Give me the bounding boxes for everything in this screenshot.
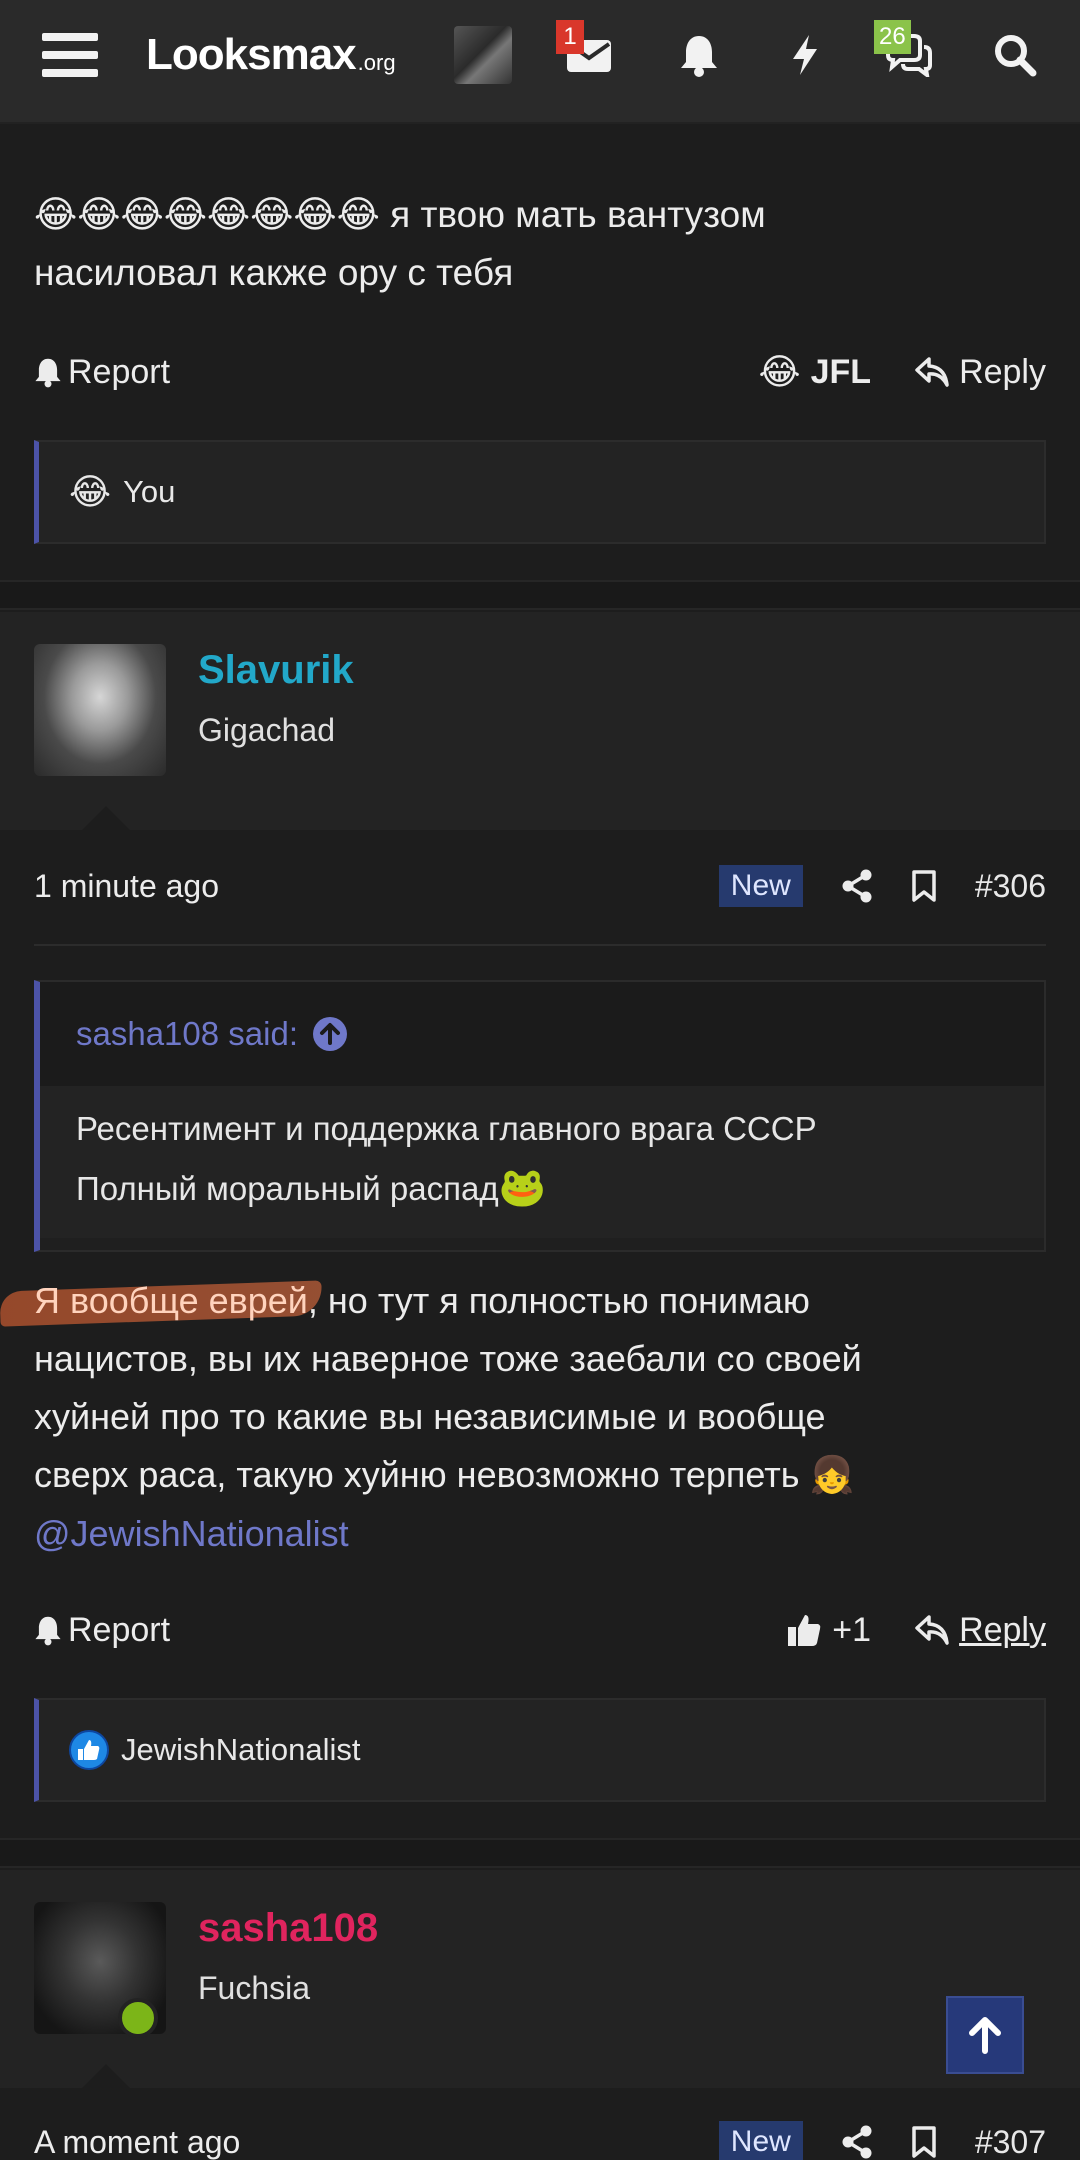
conversations-button[interactable]: 26 <box>874 0 944 110</box>
message-line3: хуйней про то какие вы независимые и воо… <box>34 1396 826 1437</box>
report-label: Report <box>68 1610 171 1649</box>
like-reaction-icon <box>69 1730 109 1770</box>
post-actions: Report 😂 JFL Reply <box>34 342 1046 402</box>
quote-line1: Ресентимент и поддержка главного врага С… <box>76 1110 817 1147</box>
user-mention-link[interactable]: @JewishNationalist <box>34 1513 349 1554</box>
reply-label: Reply <box>959 352 1046 391</box>
bookmark-icon[interactable] <box>911 2125 937 2159</box>
post-number-link[interactable]: #307 <box>975 2124 1046 2160</box>
message-line2: нацистов, вы их наверное тоже заебали со… <box>34 1338 862 1379</box>
post-timestamp[interactable]: 1 minute ago <box>34 868 219 905</box>
new-badge: New <box>718 2121 803 2160</box>
site-logo[interactable]: Looksmax .org <box>146 0 426 110</box>
username-link[interactable]: Slavurik <box>198 648 354 693</box>
reaction-label: JFL <box>810 352 872 391</box>
doll-emoji-icon: 👧 <box>809 1455 855 1496</box>
alerts-button[interactable] <box>664 0 734 110</box>
highlighted-text: Я вообще еврей <box>34 1280 308 1321</box>
reactions-summary[interactable]: JewishNationalist <box>34 1698 1046 1802</box>
report-button[interactable]: Report <box>34 353 170 392</box>
quote-block: sasha108 said: Ресентимент и поддержка г… <box>34 980 1046 1252</box>
post-meta: 1 minute ago New #306 <box>34 856 1046 916</box>
laughing-emoji-icon: 😂 <box>758 351 801 393</box>
report-button[interactable]: Report <box>34 1611 170 1650</box>
bell-icon <box>35 358 61 388</box>
pepe-emoji-icon: 🐸 <box>498 1165 546 1209</box>
post-user-header: sasha108 Fuchsia <box>0 1870 1080 2088</box>
logo-text: Looksmax <box>146 30 357 79</box>
scroll-to-top-button[interactable] <box>946 1996 1024 2074</box>
account-avatar[interactable] <box>454 0 512 110</box>
lightning-icon <box>793 35 817 75</box>
like-count: +1 <box>832 1610 872 1649</box>
meta-divider <box>34 944 1046 946</box>
thumbs-up-icon <box>788 1615 821 1646</box>
reaction-users: JewishNationalist <box>121 1732 361 1767</box>
post-meta: A moment ago New #307 <box>34 2112 1046 2160</box>
post-message: Я вообще еврей, но тут я полностью поним… <box>34 1272 1046 1563</box>
message-line4: сверх раса, такую хуйню невозможно терпе… <box>34 1454 800 1495</box>
search-icon <box>995 35 1037 77</box>
arrow-up-icon <box>969 2017 1001 2054</box>
reply-label: Reply <box>959 1610 1046 1649</box>
header-notch <box>82 806 130 830</box>
top-navigation-bar: Looksmax .org 1 26 <box>0 0 1080 124</box>
reply-button[interactable]: Reply <box>915 1611 1046 1650</box>
reactions-summary[interactable]: 😂 You <box>34 440 1046 544</box>
online-status-indicator <box>118 1998 158 2038</box>
reaction-button[interactable]: 😂 JFL <box>759 352 872 393</box>
post-divider <box>0 1838 1080 1868</box>
bell-icon <box>35 1616 61 1646</box>
reaction-users: You <box>123 474 176 509</box>
reply-arrow-icon <box>915 357 949 387</box>
post-user-header: Slavurik Gigachad <box>0 612 1080 830</box>
quote-content: Ресентимент и поддержка главного врага С… <box>40 1086 1044 1238</box>
quote-author: sasha108 said: <box>76 1015 298 1052</box>
share-icon[interactable] <box>841 869 873 903</box>
arrow-up-circle-icon[interactable] <box>312 1016 348 1052</box>
post-divider <box>0 580 1080 610</box>
post-number-link[interactable]: #306 <box>975 868 1046 905</box>
laughing-emoji-row: 😂😂😂😂😂😂😂😂 <box>34 193 380 236</box>
logo-tld: .org <box>357 50 396 75</box>
quote-header[interactable]: sasha108 said: <box>40 982 1044 1086</box>
user-avatar[interactable] <box>34 644 166 776</box>
inbox-button[interactable]: 1 <box>554 0 624 110</box>
username-link[interactable]: sasha108 <box>198 1906 378 1951</box>
post-timestamp[interactable]: A moment ago <box>34 2124 240 2160</box>
laughing-emoji-icon: 😂 <box>69 471 112 513</box>
search-button[interactable] <box>980 0 1050 110</box>
menu-icon[interactable] <box>40 0 100 110</box>
inbox-count-badge: 1 <box>556 20 584 54</box>
report-label: Report <box>68 352 171 391</box>
bookmark-icon[interactable] <box>911 869 937 903</box>
message-text-line2: насиловал какже ору с тебя <box>34 252 514 293</box>
post-message: 😂😂😂😂😂😂😂😂 я твою мать вантузом насиловал … <box>34 186 1046 302</box>
new-badge: New <box>718 865 803 907</box>
quote-line2: Полный моральный распад <box>76 1170 499 1207</box>
whats-new-button[interactable] <box>770 0 840 110</box>
header-notch <box>82 2064 130 2088</box>
user-title: Fuchsia <box>198 1970 311 2006</box>
message-text-line1: я твою мать вантузом <box>379 194 766 235</box>
like-button[interactable]: +1 <box>786 1611 871 1650</box>
reply-button[interactable]: Reply <box>915 353 1046 392</box>
message-line1: , но тут я полностью понимаю <box>307 1280 810 1321</box>
share-icon[interactable] <box>841 2125 873 2159</box>
reply-arrow-icon <box>915 1615 949 1645</box>
post-actions: Report +1 Reply <box>34 1600 1046 1660</box>
bell-icon <box>681 36 717 77</box>
chats-count-badge: 26 <box>874 20 911 54</box>
user-title: Gigachad <box>198 712 335 748</box>
